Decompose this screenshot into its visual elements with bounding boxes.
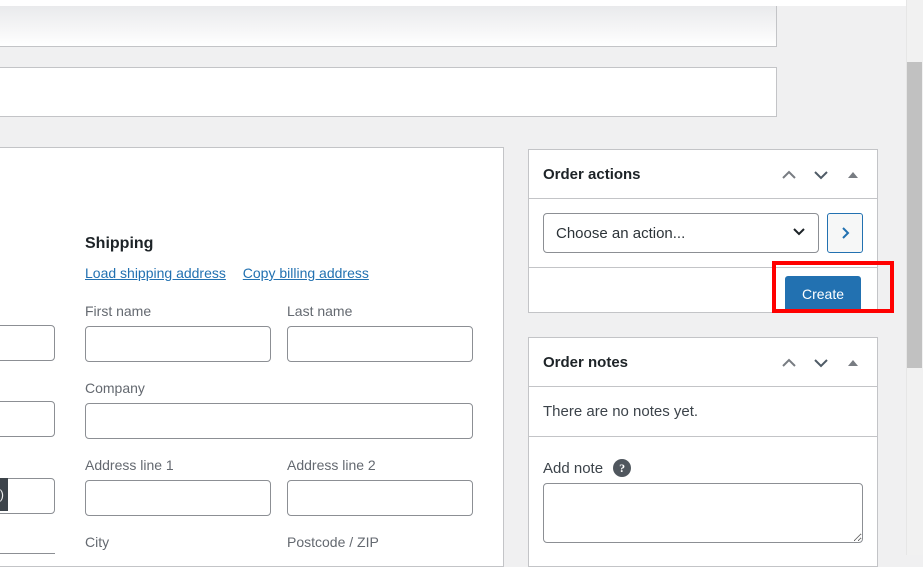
shipping-address-links: Load shipping address Copy billing addre… [85, 265, 369, 281]
billing-field-clipped[interactable] [0, 478, 55, 514]
order-notes-header: Order notes [529, 338, 877, 387]
billing-field-clipped[interactable] [0, 401, 55, 437]
shipping-city-field: City [85, 533, 271, 566]
copy-billing-address-link[interactable]: Copy billing address [243, 265, 369, 281]
shipping-last-name-label: Last name [287, 303, 353, 319]
add-note-textarea[interactable] [543, 483, 863, 543]
billing-field-clipped[interactable] [0, 325, 55, 361]
triangle-up-icon[interactable] [837, 157, 869, 193]
order-action-select-value: Choose an action... [556, 224, 686, 242]
shipping-company-label: Company [85, 380, 145, 396]
order-actions-select-row: Choose an action... [529, 199, 877, 268]
shipping-company-input[interactable] [85, 403, 473, 439]
order-actions-handle-controls [773, 150, 869, 199]
clipped-tooltip: ) [0, 478, 8, 511]
shipping-first-name-label: First name [85, 303, 152, 319]
vertical-scrollbar-track[interactable] [906, 0, 923, 555]
shipping-postcode-field: Postcode / ZIP [287, 533, 473, 566]
add-note-label-row: Add note ? [529, 437, 877, 483]
help-icon[interactable]: ? [613, 459, 632, 477]
chevron-down-icon[interactable] [805, 157, 837, 193]
shipping-first-name-input[interactable] [85, 326, 271, 362]
order-actions-postbox: Order actions Choose an action... Create [528, 149, 878, 313]
shipping-last-name-input[interactable] [287, 326, 473, 362]
order-data-panel: Shipping Load shipping address Copy bill… [0, 147, 504, 567]
shipping-first-name-field: First name [85, 302, 271, 362]
shipping-postcode-input[interactable] [287, 557, 473, 566]
add-note-label: Add note [543, 459, 604, 477]
shipping-address-2-label: Address line 2 [287, 457, 376, 473]
shipping-last-name-field: Last name [287, 302, 473, 362]
order-notes-title: Order notes [543, 353, 629, 371]
triangle-up-icon[interactable] [837, 345, 869, 381]
chevron-down-icon[interactable] [805, 345, 837, 381]
shipping-city-label: City [85, 534, 110, 550]
create-button[interactable]: Create [784, 275, 861, 312]
clipped-tooltip-text: ) [0, 487, 4, 502]
shipping-heading: Shipping [85, 235, 154, 252]
panel-above-fold-primary [0, 6, 777, 47]
chevron-down-icon [790, 222, 808, 244]
shipping-postcode-label: Postcode / ZIP [287, 534, 379, 550]
order-notes-postbox: Order notes There are no notes yet. Add … [528, 337, 878, 567]
chevron-up-icon[interactable] [773, 157, 805, 193]
shipping-address-1-input[interactable] [85, 480, 271, 516]
order-notes-empty-message: There are no notes yet. [529, 387, 877, 437]
shipping-address-1-label: Address line 1 [85, 457, 174, 473]
order-action-select[interactable]: Choose an action... [543, 213, 819, 253]
load-shipping-address-link[interactable]: Load shipping address [85, 265, 226, 281]
order-actions-submit-row: Create [529, 268, 877, 319]
shipping-city-input[interactable] [85, 557, 271, 566]
panel-above-fold-secondary [0, 67, 777, 117]
order-actions-title: Order actions [543, 165, 641, 183]
shipping-company-field: Company [85, 379, 473, 439]
chevron-up-icon[interactable] [773, 345, 805, 381]
shipping-address-2-input[interactable] [287, 480, 473, 516]
order-actions-header: Order actions [529, 150, 877, 199]
billing-field-clipped-underline [0, 553, 55, 554]
order-notes-handle-controls [773, 338, 869, 387]
shipping-address-2-field: Address line 2 [287, 456, 473, 516]
vertical-scrollbar-thumb[interactable] [907, 62, 922, 368]
apply-action-button[interactable] [827, 213, 863, 253]
shipping-address-1-field: Address line 1 [85, 456, 271, 516]
chevron-right-icon [842, 227, 850, 239]
